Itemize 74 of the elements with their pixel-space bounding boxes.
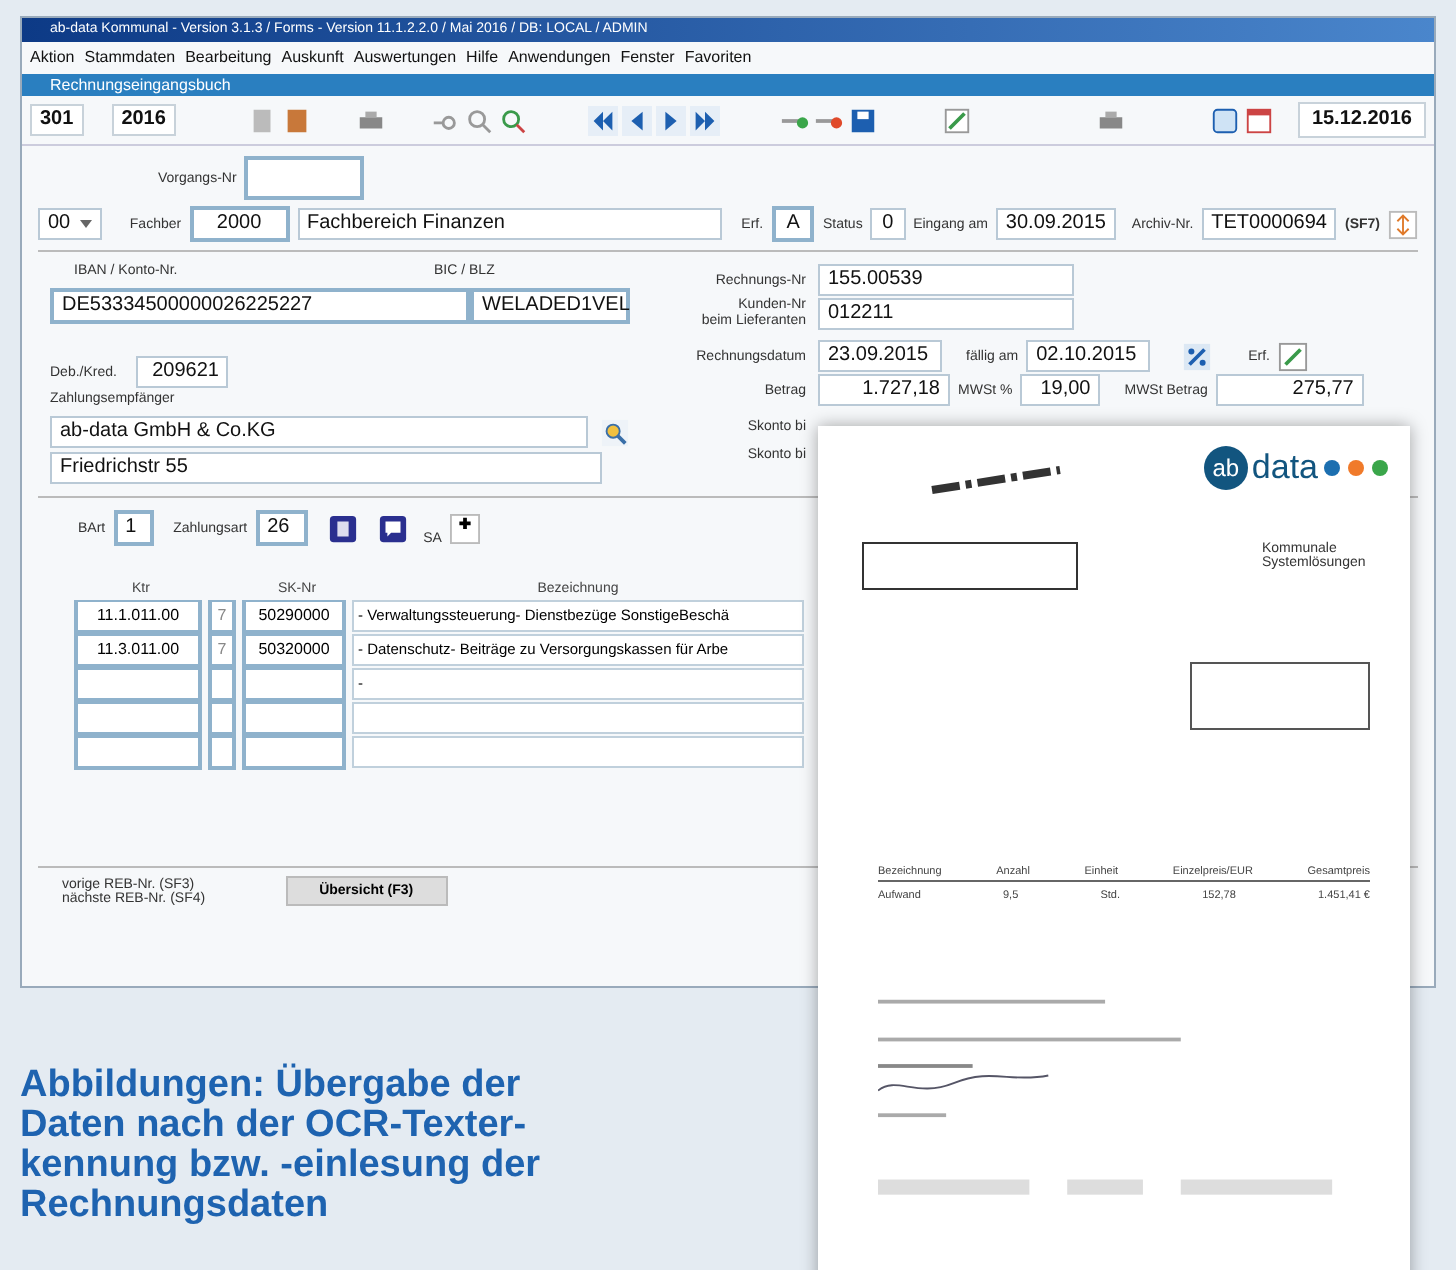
- edit-icon[interactable]: [1277, 341, 1308, 371]
- input-field[interactable]: 275,77: [1215, 374, 1364, 406]
- input-field[interactable]: Friedrichstr 55: [50, 452, 602, 484]
- table-cell[interactable]: [242, 702, 346, 736]
- table-cell[interactable]: 11.3.011.00: [74, 634, 202, 668]
- input-field[interactable]: TET0000694: [1201, 208, 1337, 240]
- window-icon[interactable]: [1209, 105, 1240, 135]
- percent-icon[interactable]: [1182, 341, 1213, 371]
- input-field[interactable]: 30.09.2015: [995, 208, 1116, 240]
- logo-text: data: [1251, 448, 1318, 488]
- search-icon[interactable]: [463, 105, 494, 135]
- menu-item[interactable]: Anwendungen: [508, 48, 611, 68]
- table-cell[interactable]: [352, 702, 804, 734]
- input-field[interactable]: 23.09.2015: [818, 340, 942, 372]
- table-cell[interactable]: 11.1.011.00: [74, 600, 202, 634]
- caret-icon: [79, 220, 92, 228]
- input-field[interactable]: 26: [255, 510, 308, 546]
- input-field[interactable]: DE53334500000026225227: [50, 288, 470, 324]
- calendar-icon[interactable]: [1243, 105, 1274, 135]
- logo-text: ab: [1203, 446, 1248, 490]
- menu-item[interactable]: Auswertungen: [353, 48, 457, 68]
- input-field[interactable]: WELADED1VEL: [470, 288, 630, 324]
- date-field[interactable]: 15.12.2016: [1297, 102, 1426, 138]
- dots-icon: [1322, 458, 1390, 478]
- table-cell[interactable]: [208, 702, 236, 736]
- input-field[interactable]: ab-data GmbH & Co.KG: [50, 416, 588, 448]
- menu-item[interactable]: Fenster: [620, 48, 675, 68]
- menu-item[interactable]: Bearbeitung: [185, 48, 272, 68]
- table-cell[interactable]: [352, 736, 804, 768]
- number-field[interactable]: 301: [30, 104, 84, 136]
- menu-item[interactable]: Stammdaten: [84, 48, 176, 68]
- search-icon[interactable]: [600, 417, 630, 447]
- table-cell[interactable]: [208, 668, 236, 702]
- next-icon[interactable]: [655, 105, 686, 135]
- form-title: Rechnungseingangsbuch: [22, 74, 1434, 96]
- table-cell[interactable]: [242, 668, 346, 702]
- table-cell[interactable]: [74, 702, 202, 736]
- dropdown[interactable]: 00: [38, 208, 102, 240]
- edit-icon[interactable]: [941, 105, 972, 135]
- plus-icon[interactable]: [449, 513, 480, 543]
- input-field[interactable]: [244, 156, 365, 200]
- figure-caption: Abbildungen: Übergabe der Daten nach der OCR-Texter- kennung bzw. -einlesung der Rechnungsdaten: [20, 1066, 541, 1226]
- comment-icon[interactable]: [377, 513, 408, 543]
- first-record-icon[interactable]: [587, 105, 618, 135]
- table-cell[interactable]: [242, 736, 346, 770]
- input-field[interactable]: 0: [870, 208, 906, 240]
- input-field[interactable]: 1: [113, 510, 154, 546]
- sort-icon[interactable]: [1387, 209, 1418, 239]
- menu-item[interactable]: Aktion: [30, 48, 75, 68]
- save-icon[interactable]: [847, 105, 878, 135]
- table-cell[interactable]: 7: [208, 600, 236, 634]
- input-field[interactable]: 2000: [189, 206, 289, 242]
- menu-item[interactable]: Hilfe: [466, 48, 499, 68]
- input-field[interactable]: 209621: [136, 356, 229, 388]
- menu-item[interactable]: Auskunft: [281, 48, 344, 68]
- table-cell[interactable]: 7: [208, 634, 236, 668]
- table-cell[interactable]: [74, 668, 202, 702]
- previous-icon[interactable]: [621, 105, 652, 135]
- table-cell[interactable]: 50320000: [242, 634, 346, 668]
- year-field[interactable]: 2016: [111, 104, 176, 136]
- input-field[interactable]: 012211: [818, 298, 1074, 330]
- input-field[interactable]: A: [771, 206, 815, 242]
- input-field[interactable]: 02.10.2015: [1026, 340, 1151, 372]
- document-icon[interactable]: [327, 513, 358, 543]
- search-icon[interactable]: [497, 105, 528, 135]
- menu-item[interactable]: Favoriten: [684, 48, 752, 68]
- table-cell[interactable]: 50290000: [242, 600, 346, 634]
- input-field[interactable]: 1.727,18: [818, 374, 950, 406]
- input-field[interactable]: 19,00: [1020, 374, 1101, 406]
- table-cell[interactable]: [74, 736, 202, 770]
- input-field[interactable]: 155.00539: [818, 264, 1074, 296]
- table-cell[interactable]: [208, 736, 236, 770]
- input-field[interactable]: Fachbereich Finanzen: [297, 208, 722, 240]
- last-record-icon[interactable]: [689, 105, 720, 135]
